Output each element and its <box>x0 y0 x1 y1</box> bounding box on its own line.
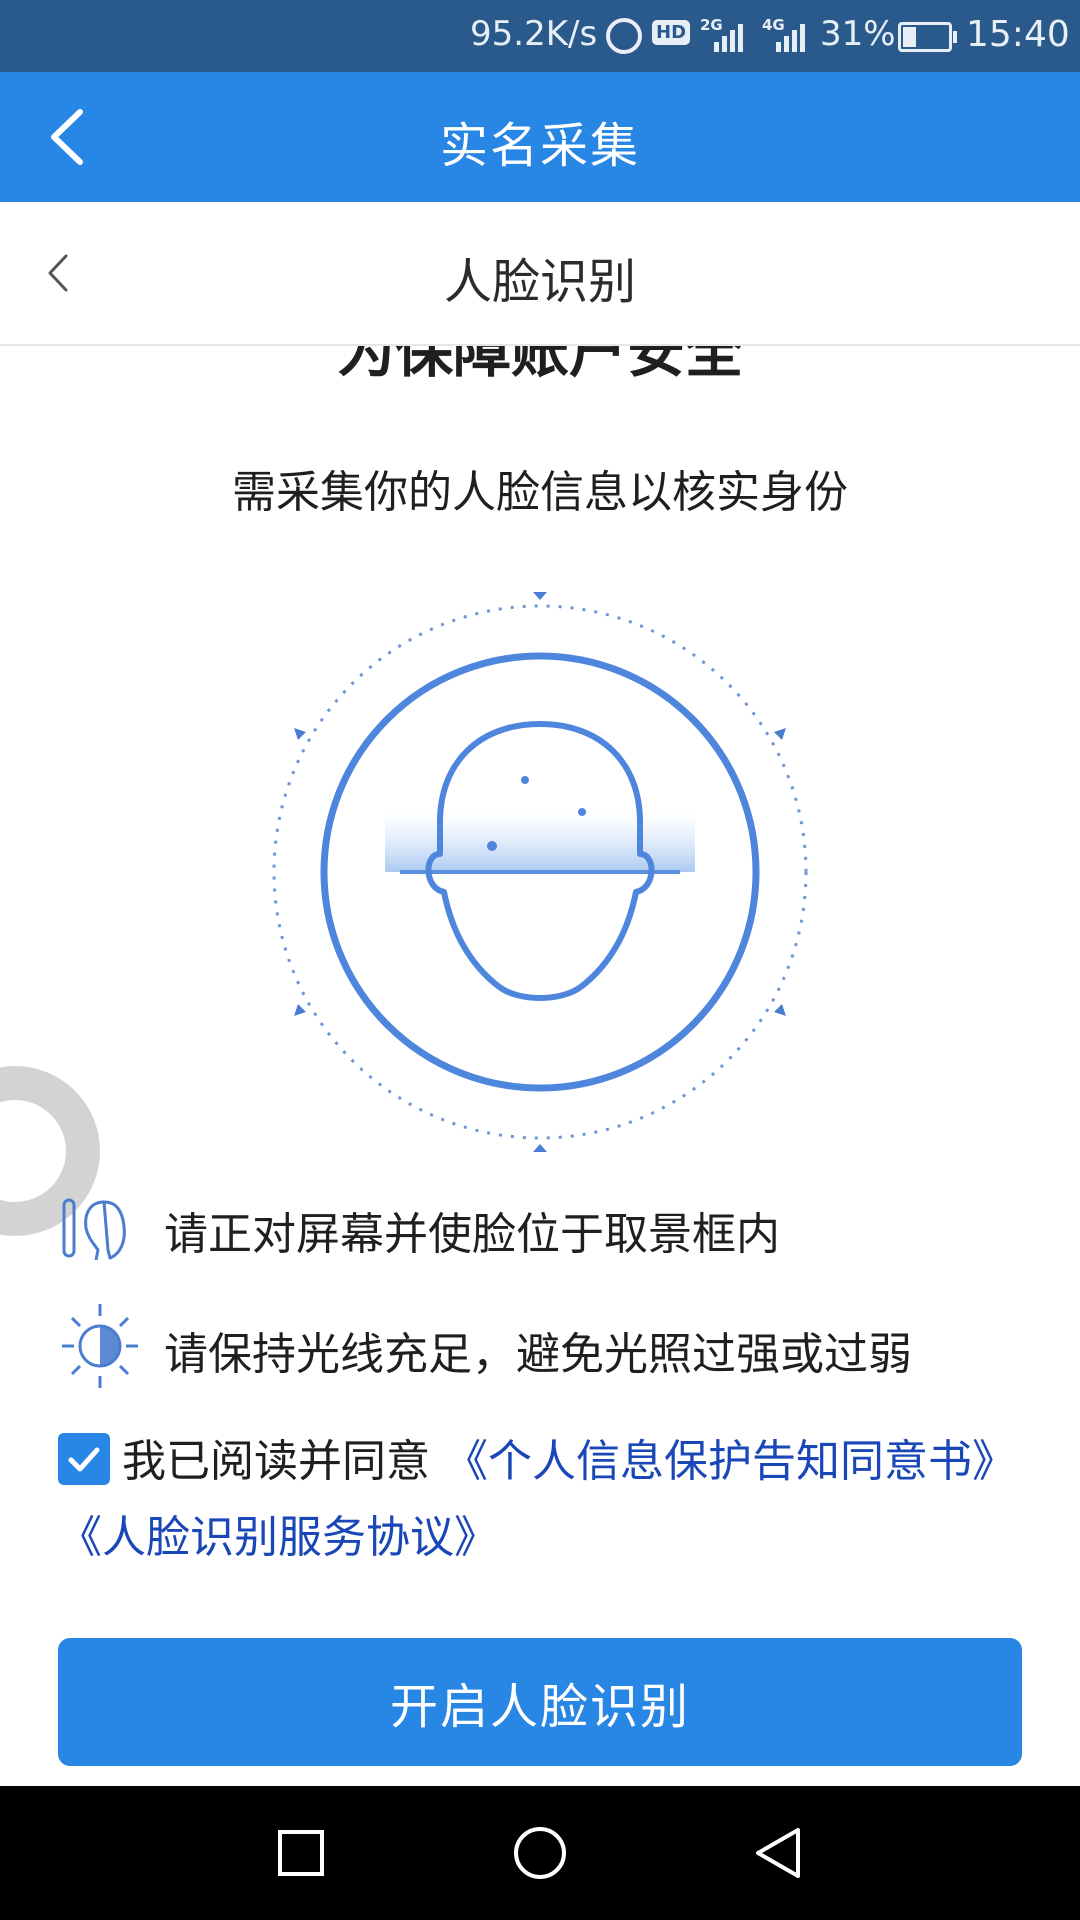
hd-badge: HD <box>652 20 691 45</box>
privacy-consent-link[interactable]: 《个人信息保护告知同意书》 <box>444 1436 1016 1487</box>
status-bar: 95.2K/s HD 2G 4G 31% 15:40 <box>0 0 1080 72</box>
clock: 15:40 <box>966 14 1070 55</box>
agreement-row: 我已阅读并同意 《个人信息保护告知同意书》 《人脸识别服务协议》 <box>58 1424 1018 1576</box>
system-nav-bar <box>0 1786 1080 1920</box>
net-speed: 95.2K/s <box>470 14 598 54</box>
alarm-icon <box>606 18 642 54</box>
tip-lighting: 请保持光线充足，避免光照过强或过弱 <box>60 1300 1040 1390</box>
circle-icon[interactable] <box>503 1816 577 1890</box>
subheading: 需采集你的人脸信息以核实身份 <box>232 467 848 518</box>
page-title: 人脸识别 <box>443 254 636 310</box>
app-bar: 实名采集 <box>0 72 1080 202</box>
face-scan-icon <box>272 592 808 1152</box>
tip-face-position: 请正对屏幕并使脸位于取景框内 <box>60 1180 1040 1270</box>
tip-text: 请保持光线充足，避免光照过强或过弱 <box>164 1329 912 1380</box>
checkmark-icon <box>68 1447 100 1472</box>
main-content: 为保障账户安全 需采集你的人脸信息以核实身份 请正对屏幕并使脸位于取景框内 请保… <box>0 346 1080 1786</box>
face-recognition-agreement-link[interactable]: 《人脸识别服务协议》 <box>58 1512 498 1563</box>
start-face-recognition-button[interactable]: 开启人脸识别 <box>58 1638 1022 1766</box>
tip-text: 请正对屏幕并使脸位于取景框内 <box>164 1209 780 1260</box>
battery-percent: 31% <box>820 14 896 54</box>
light-icon <box>62 1304 138 1388</box>
agree-checkbox[interactable] <box>58 1433 110 1485</box>
triangle-back-icon[interactable] <box>742 1816 816 1890</box>
sub-header: 人脸识别 <box>0 202 1080 346</box>
square-icon[interactable] <box>264 1816 338 1890</box>
agreement-text: 我已阅读并同意 <box>122 1436 430 1487</box>
sim2-signal-icon: 4G <box>762 16 814 52</box>
battery-icon <box>898 22 957 52</box>
face-position-icon <box>62 1198 126 1261</box>
app-title: 实名采集 <box>439 118 640 174</box>
heading: 为保障账户安全 <box>336 346 743 385</box>
sim1-signal-icon: 2G <box>700 16 752 52</box>
